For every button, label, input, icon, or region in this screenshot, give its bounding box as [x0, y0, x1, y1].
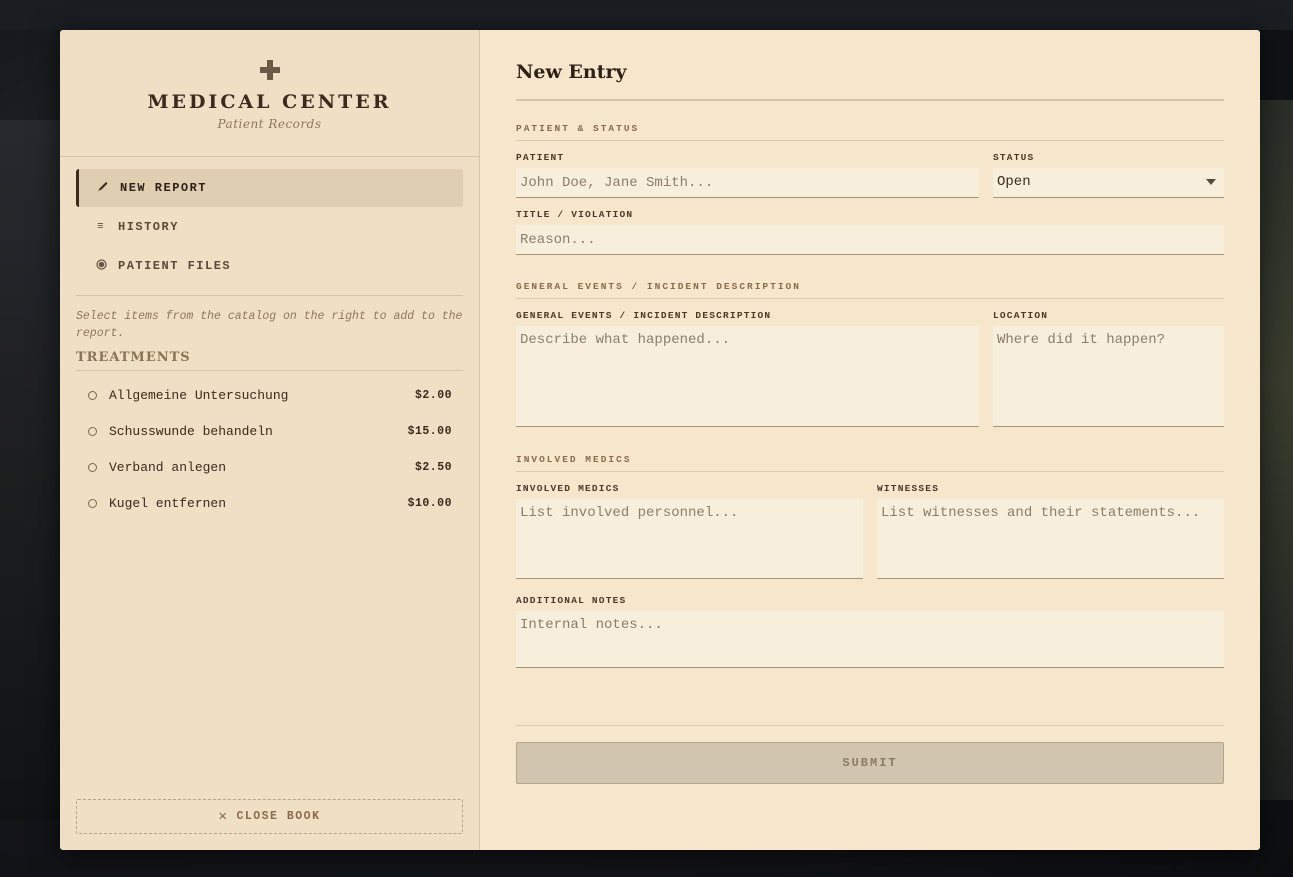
pen-icon [96, 180, 110, 196]
status-label: STATUS [993, 152, 1035, 163]
treatment-name: Allgemeine Untersuchung [109, 387, 289, 403]
status-select[interactable]: Open [993, 168, 1224, 198]
circle-dot-icon [94, 258, 108, 274]
treatment-name: Schusswunde behandeln [109, 423, 273, 439]
catalog-hint: Select items from the catalog on the rig… [76, 310, 463, 340]
entry-form: New Entry PATIENT & STATUS PATIENT STATU… [480, 30, 1260, 850]
treatment-item[interactable]: Schusswunde behandeln $15.00 [76, 413, 463, 449]
section-medics: INVOLVED MEDICS [516, 454, 1224, 472]
medical-cross-icon [259, 60, 280, 80]
location-textarea[interactable] [993, 326, 1224, 427]
patient-label: PATIENT [516, 152, 565, 163]
treatment-price: $2.00 [414, 388, 452, 402]
treatment-item[interactable]: Verband anlegen $2.50 [76, 449, 463, 485]
nav-item-new-report[interactable]: NEW REPORT [76, 169, 463, 207]
treatment-item[interactable]: Allgemeine Untersuchung $2.00 [76, 377, 463, 413]
close-label: CLOSE BOOK [236, 810, 321, 823]
page-title: New Entry [516, 30, 1224, 101]
section-events: GENERAL EVENTS / INCIDENT DESCRIPTION [516, 281, 1224, 299]
list-icon: ≡ [96, 221, 106, 233]
treatments-heading: TREATMENTS [76, 350, 463, 371]
brand: MEDICAL CENTER Patient Records [60, 30, 479, 157]
treatment-name: Verband anlegen [109, 459, 227, 475]
brand-title: MEDICAL CENTER [147, 91, 392, 113]
notes-textarea[interactable] [516, 611, 1224, 668]
sidebar-nav: NEW REPORT ≡ HISTORY PATIENT FILES [60, 157, 479, 285]
section-patient-status: PATIENT & STATUS [516, 123, 1224, 141]
divider [76, 295, 463, 296]
treatment-price: $15.00 [407, 424, 452, 438]
nav-label: HISTORY [118, 220, 179, 234]
background-top [0, 0, 1293, 30]
nav-label: PATIENT FILES [118, 259, 232, 273]
status-value: Open [993, 168, 1224, 198]
background-right [1260, 100, 1293, 800]
title-label: TITLE / VIOLATION [516, 209, 634, 220]
patient-input[interactable] [516, 168, 979, 198]
treatment-item[interactable]: Kugel entfernen $10.00 [76, 485, 463, 521]
title-input[interactable] [516, 225, 1224, 255]
bullet-icon [88, 498, 97, 508]
nav-item-history[interactable]: ≡ HISTORY [76, 208, 463, 246]
description-textarea[interactable] [516, 326, 979, 427]
bullet-icon [88, 426, 97, 436]
close-icon: ✕ [218, 809, 229, 825]
brand-subtitle: Patient Records [217, 117, 322, 131]
witnesses-label: WITNESSES [877, 483, 940, 494]
description-label: GENERAL EVENTS / INCIDENT DESCRIPTION [516, 310, 772, 321]
treatment-price: $10.00 [407, 496, 452, 510]
location-label: LOCATION [993, 310, 1049, 321]
close-book-button[interactable]: ✕ CLOSE BOOK [76, 799, 463, 834]
divider [516, 725, 1224, 726]
medical-book: MEDICAL CENTER Patient Records NEW REPOR… [60, 30, 1260, 850]
background-left [0, 120, 60, 820]
bullet-icon [88, 390, 97, 400]
bullet-icon [88, 462, 97, 472]
treatment-list: Allgemeine Untersuchung $2.00 Schusswund… [76, 377, 463, 521]
treatment-name: Kugel entfernen [109, 495, 227, 511]
medics-textarea[interactable] [516, 499, 863, 579]
nav-item-patient-files[interactable]: PATIENT FILES [76, 247, 463, 285]
medics-label: INVOLVED MEDICS [516, 483, 620, 494]
nav-label: NEW REPORT [120, 181, 208, 195]
submit-button[interactable]: SUBMIT [516, 742, 1224, 784]
chevron-down-icon [1206, 179, 1216, 185]
notes-label: ADDITIONAL NOTES [516, 595, 627, 606]
sidebar: MEDICAL CENTER Patient Records NEW REPOR… [60, 30, 480, 850]
treatment-price: $2.50 [414, 460, 452, 474]
witnesses-textarea[interactable] [877, 499, 1224, 579]
